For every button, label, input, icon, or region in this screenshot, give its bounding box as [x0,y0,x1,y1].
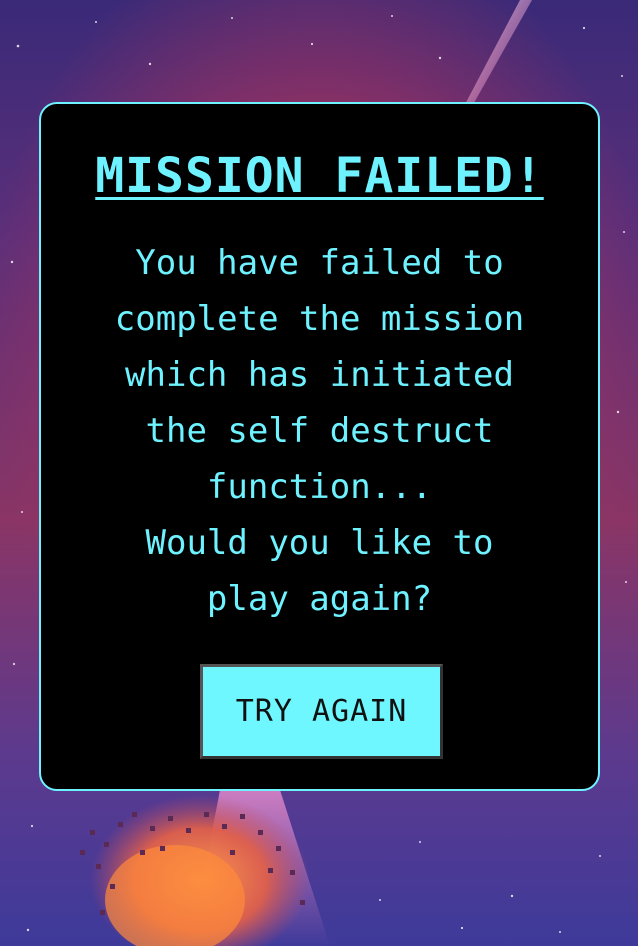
comet-streak-icon [462,0,532,110]
message-line: play again? [206,579,433,619]
dialog-message: You have failed to complete the mission … [81,235,558,627]
message-line: which has initiated [125,355,514,395]
message-line: complete the mission [114,299,525,339]
message-line: the self destruct [145,411,494,451]
message-line: You have failed to [135,243,504,283]
try-again-button[interactable]: TRY AGAIN [200,664,443,759]
message-line: Would you like to [145,523,494,563]
mission-failed-dialog: MISSION FAILED! You have failed to compl… [39,102,600,791]
message-line: function... [206,467,433,507]
dialog-title: MISSION FAILED! [95,148,544,204]
explosion-debris-icon [80,790,330,946]
